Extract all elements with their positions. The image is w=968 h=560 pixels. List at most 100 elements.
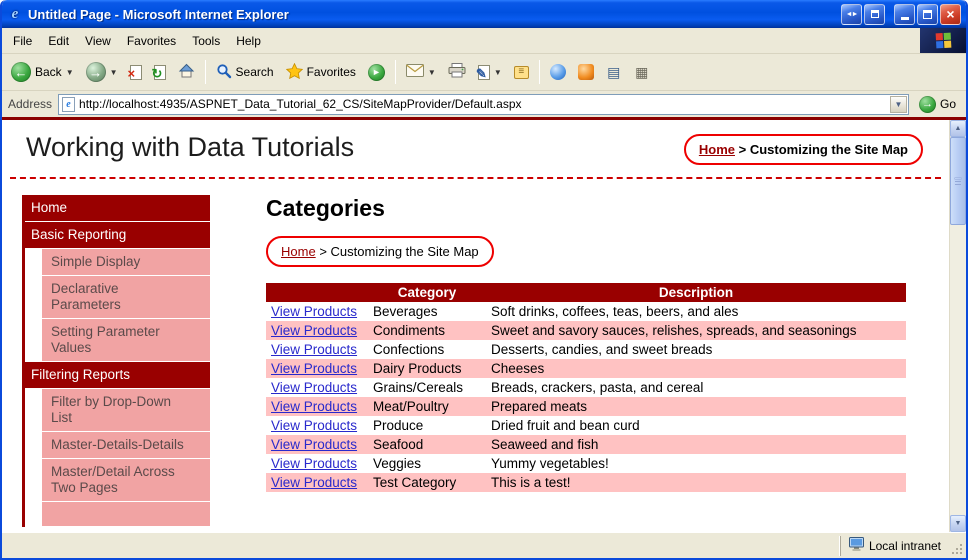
category-cell: Test Category [373, 475, 457, 490]
view-products-link[interactable]: View Products [271, 361, 357, 376]
maximize-icon [923, 9, 932, 19]
view-products-link[interactable]: View Products [271, 456, 357, 471]
description-cell: Sweet and savory sauces, relishes, sprea… [491, 323, 857, 338]
sidebar-item[interactable]: Basic Reporting [22, 222, 210, 248]
refresh-button[interactable]: ↻ [149, 62, 171, 83]
resize-grip[interactable] [949, 536, 964, 556]
table-row: View Products Condiments Sweet and savory … [266, 321, 906, 340]
go-label: Go [939, 97, 956, 111]
breadcrumb-separator: > [319, 244, 327, 259]
menu-help[interactable]: Help [228, 30, 269, 52]
addon-button-1[interactable] [545, 61, 571, 83]
discuss-icon: ≡ [513, 65, 529, 79]
sidebar-item[interactable]: Setting Parameter Values [42, 319, 210, 361]
back-icon: ← [11, 62, 31, 82]
sidebar-item[interactable]: Home [22, 195, 210, 221]
sidebar-item[interactable]: Filter by Drop-Down List [42, 389, 210, 431]
left-right-arrows-icon: ◄► [845, 10, 859, 18]
menu-favorites[interactable]: Favorites [119, 30, 184, 52]
view-products-link[interactable]: View Products [271, 418, 357, 433]
title-bar: e Untitled Page - Microsoft Internet Exp… [2, 0, 966, 28]
title-extra-window-button[interactable] [864, 3, 885, 25]
search-icon [216, 63, 232, 82]
table-row: View Products Seafood Seaweed and fish [266, 435, 906, 454]
windows-logo [920, 28, 966, 53]
category-cell: Dairy Products [373, 361, 462, 376]
description-cell: Desserts, candies, and sweet breads [491, 342, 713, 357]
view-products-link[interactable]: View Products [271, 323, 357, 338]
sidebar-item[interactable]: Master/Detail Across Two Pages [42, 459, 210, 501]
table-header-row: Category Description [266, 283, 906, 302]
home-button[interactable] [173, 60, 200, 84]
breadcrumb-separator: > [738, 142, 747, 157]
media-button[interactable]: ► [363, 61, 390, 84]
sidebar-item-partial[interactable] [42, 502, 210, 526]
categories-table-body: View Products Beverages Soft drinks, coffe… [266, 302, 906, 492]
back-dropdown-icon: ▼ [65, 67, 74, 77]
title-extra-arrows-button[interactable]: ◄► [841, 3, 862, 25]
table-row: View Products Grains/Cereals Breads, crack… [266, 378, 906, 397]
menu-file[interactable]: File [5, 30, 40, 52]
breadcrumb-current: Customizing the Site Map [749, 142, 908, 157]
discuss-button[interactable]: ≡ [509, 63, 534, 82]
view-products-link[interactable]: View Products [271, 437, 357, 452]
edit-button[interactable]: ✎ ▼ [473, 62, 507, 83]
menu-tools[interactable]: Tools [184, 30, 228, 52]
scroll-up-button[interactable]: ▲ [950, 120, 966, 137]
forward-button[interactable]: → ▼ [81, 59, 123, 85]
view-products-cell: View Products [266, 454, 368, 473]
maximize-button[interactable] [917, 3, 938, 25]
sidebar-item[interactable]: Filtering Reports [22, 362, 210, 388]
address-input[interactable]: e http://localhost:4935/ASPNET_Data_Tuto… [58, 93, 909, 115]
view-products-link[interactable]: View Products [271, 475, 357, 490]
print-button[interactable] [443, 60, 471, 84]
calculator-addon-icon: ▤ [607, 63, 621, 80]
addon-button-2[interactable] [573, 61, 599, 83]
web-page: Working with Data Tutorials Home > Custo… [2, 120, 949, 532]
category-cell: Beverages [373, 304, 438, 319]
category-cell: Confections [373, 342, 445, 357]
addon-button-4[interactable]: ▦ [629, 61, 655, 83]
view-products-cell: View Products [266, 302, 368, 321]
sidebar-item[interactable]: Simple Display [42, 249, 210, 275]
favorites-button[interactable]: Favorites [281, 60, 361, 85]
favorites-label: Favorites [306, 65, 356, 79]
stop-button[interactable]: × [125, 62, 147, 83]
back-button[interactable]: ← Back ▼ [6, 59, 79, 85]
view-products-link[interactable]: View Products [271, 399, 357, 414]
view-products-link[interactable]: View Products [271, 380, 357, 395]
sidebar-item[interactable]: Declarative Parameters [42, 276, 210, 318]
breadcrumb-annotation-content: Home > Customizing the Site Map [266, 236, 494, 267]
scrollbar-track[interactable] [950, 137, 966, 515]
category-cell: Produce [373, 418, 424, 433]
mail-button[interactable]: ▼ [401, 61, 441, 83]
back-label: Back [35, 65, 62, 79]
vertical-scrollbar[interactable]: ▲ ▼ [949, 120, 966, 532]
stop-icon: × [128, 64, 142, 81]
breadcrumb-home-link[interactable]: Home [281, 244, 316, 259]
address-dropdown-button[interactable]: ▼ [889, 95, 907, 113]
browser-window: e Untitled Page - Microsoft Internet Exp… [0, 0, 968, 560]
scrollbar-thumb[interactable] [950, 137, 966, 225]
table-row: View Products Beverages Soft drinks, coffe… [266, 302, 906, 321]
view-products-link[interactable]: View Products [271, 304, 357, 319]
table-row: View Products Test Category This is a test… [266, 473, 906, 492]
header-description: Description [486, 283, 906, 302]
addon-button-3[interactable]: ▤ [601, 61, 627, 83]
breadcrumb-home-link[interactable]: Home [699, 142, 735, 157]
header-category: Category [368, 283, 486, 302]
close-button[interactable]: × [940, 3, 961, 25]
search-button[interactable]: Search [211, 60, 279, 85]
main-content: Categories Home > Customizing the Site M… [266, 195, 949, 527]
minimize-button[interactable] [894, 3, 915, 25]
view-products-link[interactable]: View Products [271, 342, 357, 357]
category-cell: Seafood [373, 437, 424, 452]
menu-edit[interactable]: Edit [40, 30, 77, 52]
sidebar-item[interactable]: Master-Details-Details [42, 432, 210, 458]
breadcrumb-annotation-top: Home > Customizing the Site Map [683, 134, 923, 165]
menu-view[interactable]: View [77, 30, 119, 52]
orange-addon-icon [577, 64, 594, 80]
go-button[interactable]: → Go [915, 95, 960, 114]
categories-heading: Categories [266, 195, 385, 221]
scroll-down-button[interactable]: ▼ [950, 515, 966, 532]
